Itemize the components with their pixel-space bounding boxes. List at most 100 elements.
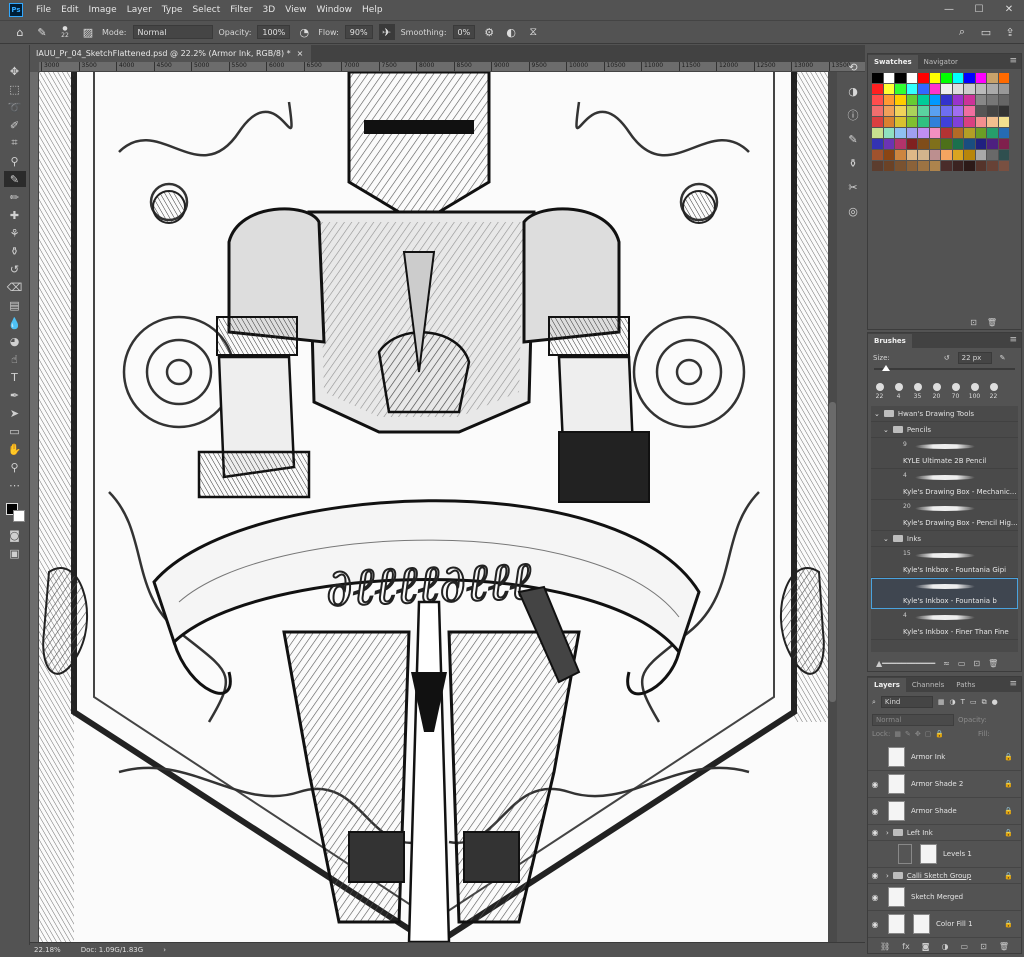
layer-mask-thumbnail[interactable] — [920, 844, 937, 864]
edit-toolbar-icon[interactable]: ⋯ — [4, 477, 26, 493]
color-swatch[interactable] — [941, 73, 952, 83]
tab-navigator[interactable]: Navigator — [918, 55, 964, 69]
color-swatch[interactable] — [895, 128, 906, 138]
color-swatch[interactable] — [895, 73, 906, 83]
brush-preset-thumb[interactable]: 35 — [909, 376, 926, 400]
brush-size-picker[interactable]: ● 22 — [56, 24, 74, 40]
healing-tool-icon[interactable]: ✚ — [4, 207, 26, 223]
move-tool-icon[interactable]: ✥ — [4, 63, 26, 79]
color-swatch[interactable] — [883, 73, 894, 83]
color-swatch[interactable] — [941, 150, 952, 160]
color-swatch[interactable] — [918, 95, 929, 105]
color-swatch[interactable] — [941, 139, 952, 149]
color-swatch[interactable] — [952, 117, 963, 127]
color-swatch[interactable] — [883, 117, 894, 127]
chevron-down-icon[interactable]: ⌄ — [874, 410, 880, 418]
trash-icon[interactable]: 🗑 — [987, 318, 997, 327]
pencil-tool-icon[interactable]: ✏ — [4, 189, 26, 205]
color-swatch[interactable] — [872, 161, 883, 171]
preview-slider-icon[interactable]: ▲━━━━━━━━━━━ — [876, 659, 935, 668]
color-swatch[interactable] — [883, 128, 894, 138]
menu-help[interactable]: Help — [357, 0, 388, 20]
filter-shape-icon[interactable]: ▭ — [970, 698, 977, 706]
share-icon[interactable]: ⇪ — [1002, 24, 1018, 40]
color-swatch[interactable] — [998, 128, 1009, 138]
color-swatch[interactable] — [987, 84, 998, 94]
menu-filter[interactable]: Filter — [225, 0, 257, 20]
brush-preset-thumb[interactable]: 22 — [871, 376, 888, 400]
layer-name[interactable]: Sketch Merged — [911, 893, 963, 901]
libraries-panel-icon[interactable]: ◎ — [844, 203, 862, 219]
color-swatch[interactable] — [895, 106, 906, 116]
workspace-icon[interactable]: ▭ — [978, 24, 994, 40]
color-swatch[interactable] — [998, 106, 1009, 116]
color-swatch[interactable] — [987, 128, 998, 138]
color-swatch[interactable] — [906, 84, 917, 94]
color-swatch[interactable] — [906, 95, 917, 105]
adjustments-panel-icon[interactable]: ◑ — [844, 83, 862, 99]
search-icon[interactable]: ⌕ — [954, 24, 970, 40]
vertical-ruler[interactable] — [30, 72, 39, 942]
color-swatch[interactable] — [952, 161, 963, 171]
clone-stamp-tool-icon[interactable]: ⚱ — [4, 243, 26, 259]
chevron-right-icon[interactable]: › — [886, 829, 889, 837]
color-swatch[interactable] — [872, 128, 883, 138]
color-swatch[interactable] — [952, 150, 963, 160]
lasso-tool-icon[interactable]: ➰ — [4, 99, 26, 115]
brush-settings-icon[interactable]: ✎ — [1000, 354, 1006, 362]
filter-adjustment-icon[interactable]: ◑ — [950, 698, 956, 706]
color-swatch[interactable] — [929, 161, 940, 171]
filter-smart-icon[interactable]: ⧉ — [982, 698, 987, 707]
lock-all-icon[interactable]: 🔒 — [935, 730, 944, 738]
brush-panel-toggle-icon[interactable]: ▨ — [80, 24, 96, 40]
trash-icon[interactable]: 🗑 — [988, 659, 998, 668]
color-swatch[interactable] — [975, 84, 986, 94]
color-swatch[interactable] — [883, 95, 894, 105]
color-swatch[interactable] — [929, 128, 940, 138]
minimize-icon[interactable]: — — [934, 0, 964, 20]
color-swatch[interactable] — [872, 73, 883, 83]
lock-paint-icon[interactable]: ✎ — [905, 730, 911, 738]
color-swatch[interactable] — [998, 150, 1009, 160]
horizontal-ruler[interactable]: 3000 3500 4000 4500 5000 5500 6000 6500 7000 7500… — [39, 62, 865, 72]
filter-type-icon[interactable]: T — [961, 698, 965, 706]
color-swatch[interactable] — [964, 128, 975, 138]
new-swatch-icon[interactable]: ⊡ — [970, 318, 977, 327]
color-swatch[interactable] — [929, 117, 940, 127]
lock-pixels-icon[interactable]: ▦ — [894, 730, 901, 738]
brush-preset-item[interactable]: 4 Kyle's Inkbox - Finer Than Fine — [871, 609, 1018, 640]
filter-pixel-icon[interactable]: ▦ — [938, 698, 945, 706]
color-swatch[interactable] — [906, 161, 917, 171]
menu-layer[interactable]: Layer — [122, 0, 157, 20]
history-panel-icon[interactable]: ⟲ — [844, 59, 862, 75]
menu-window[interactable]: Window — [312, 0, 358, 20]
quick-mask-icon[interactable]: ◙ — [4, 527, 26, 543]
background-color[interactable] — [12, 510, 25, 522]
layer-name[interactable]: Armor Shade 2 — [911, 780, 963, 788]
chevron-right-icon[interactable]: › — [886, 872, 889, 880]
blur-tool-icon[interactable]: 💧 — [4, 315, 26, 331]
color-swatch[interactable] — [918, 106, 929, 116]
zoom-tool-icon[interactable]: ⚲ — [4, 459, 26, 475]
menu-select[interactable]: Select — [187, 0, 225, 20]
color-swatch[interactable] — [964, 106, 975, 116]
color-swatch[interactable] — [918, 150, 929, 160]
tab-brushes[interactable]: Brushes — [868, 334, 912, 348]
color-swatch[interactable] — [987, 95, 998, 105]
color-swatch[interactable] — [906, 128, 917, 138]
flow-field[interactable]: 90% — [344, 25, 373, 39]
brush-preset-thumb[interactable]: 100 — [966, 376, 983, 400]
color-swatch[interactable] — [883, 161, 894, 171]
color-swatch[interactable] — [941, 95, 952, 105]
color-swatch[interactable] — [941, 161, 952, 171]
new-brush-icon[interactable]: ⊡ — [973, 659, 980, 668]
new-group-icon[interactable]: ▭ — [958, 659, 966, 668]
type-tool-icon[interactable]: T — [4, 369, 26, 385]
color-swatch[interactable] — [883, 150, 894, 160]
color-swatch[interactable] — [964, 117, 975, 127]
pen-tool-icon[interactable]: ✒ — [4, 387, 26, 403]
color-swatch[interactable] — [918, 128, 929, 138]
layer-row[interactable]: ◉ Sketch Merged — [868, 884, 1021, 911]
new-group-icon[interactable]: ▭ — [961, 942, 969, 951]
smudge-tool-icon[interactable]: ☝ — [4, 351, 26, 367]
